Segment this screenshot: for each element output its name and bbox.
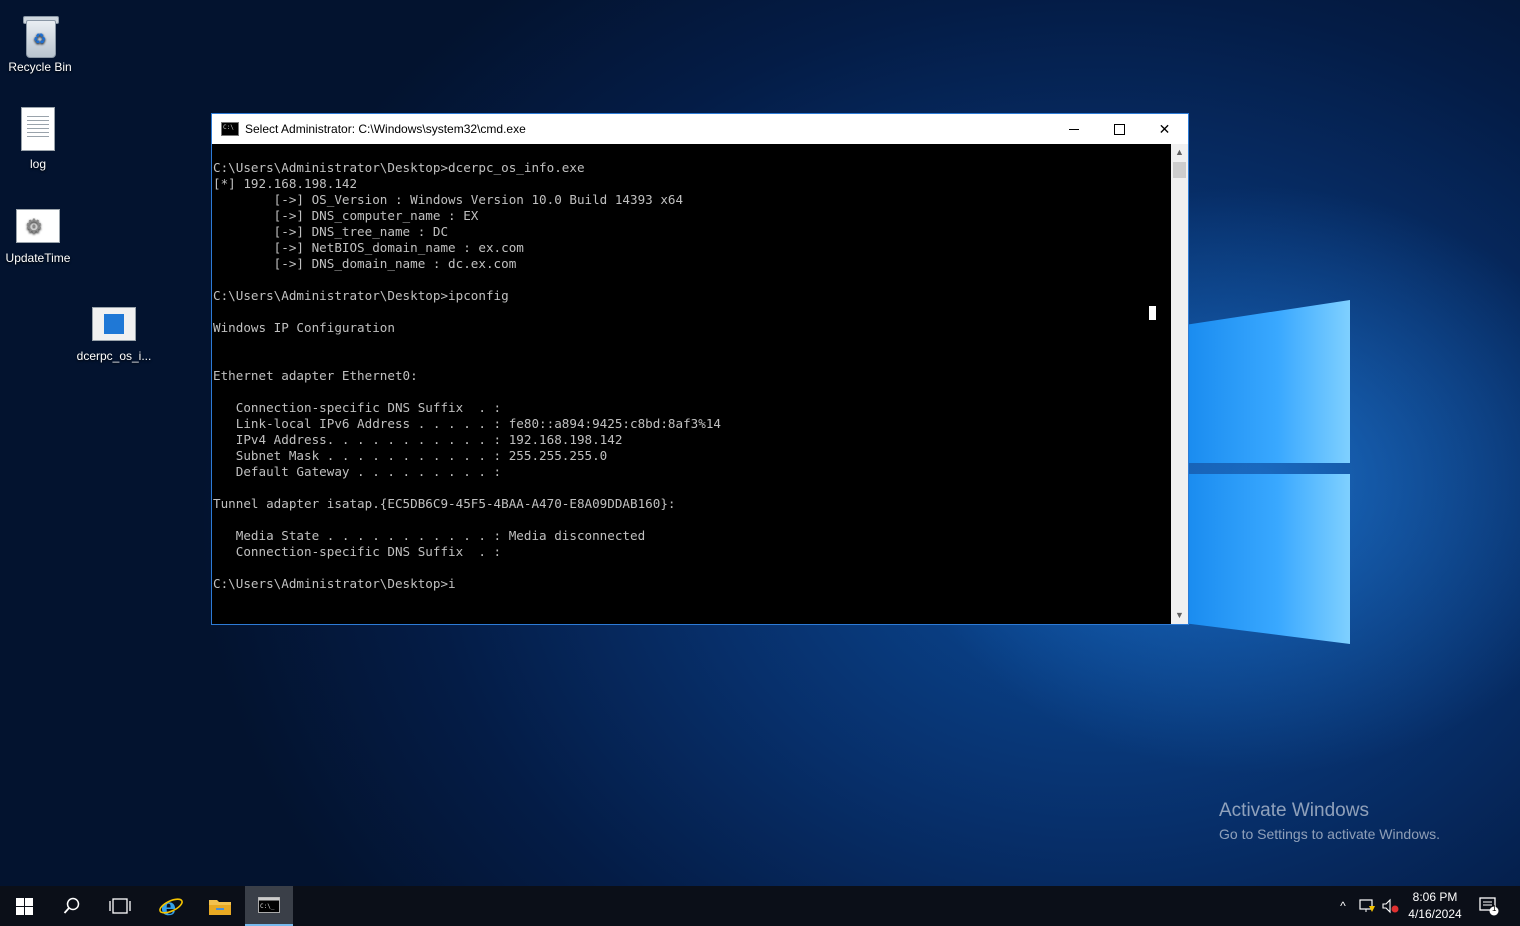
cmd-window[interactable]: Select Administrator: C:\Windows\system3… — [211, 113, 1189, 625]
task-view-icon — [109, 898, 131, 914]
volume-muted-icon — [1382, 898, 1399, 914]
minimize-button[interactable] — [1051, 114, 1096, 144]
network-tray-button[interactable] — [1356, 886, 1378, 926]
windows-logo-icon — [15, 897, 33, 915]
watermark-line1: Activate Windows — [1219, 800, 1369, 821]
minimize-icon — [1068, 128, 1079, 130]
console-text: C:\Users\Administrator\Desktop>dcerpc_os… — [213, 160, 721, 591]
activation-watermark: Activate Windows Go to Settings to activ… — [1219, 800, 1440, 842]
maximize-icon — [1114, 123, 1125, 135]
desktop-icon-label: dcerpc_os_i... — [76, 349, 152, 363]
internet-explorer-button[interactable]: e — [147, 886, 195, 926]
notification-count: 1 — [1492, 904, 1497, 913]
wallpaper-logo-pane-top — [1188, 300, 1350, 463]
chevron-up-icon: ^ — [1340, 899, 1346, 913]
desktop-icon-recycle-bin[interactable]: ♻ Recycle Bin — [0, 6, 80, 74]
console-output[interactable]: C:\Users\Administrator\Desktop>dcerpc_os… — [212, 144, 1171, 624]
scroll-down-icon[interactable]: ▼ — [1171, 607, 1188, 624]
start-button[interactable] — [0, 886, 48, 926]
watermark-line2: Go to Settings to activate Windows. — [1219, 826, 1440, 842]
folder-icon — [209, 900, 231, 915]
notification-icon — [1479, 897, 1499, 916]
desktop-icon-label: Recycle Bin — [8, 60, 72, 74]
command-prompt-icon: C:\_ — [258, 897, 280, 913]
svg-text:C:\_: C:\_ — [260, 903, 275, 910]
vertical-scrollbar[interactable]: ▲ ▼ — [1171, 144, 1188, 624]
text-file-icon — [21, 107, 55, 151]
clock-date: 4/16/2024 — [1408, 907, 1462, 921]
text-cursor — [1149, 306, 1156, 320]
desktop-icon-log[interactable]: log — [0, 107, 78, 171]
executable-icon — [92, 307, 136, 341]
action-center-button[interactable]: 1 — [1474, 886, 1504, 926]
volume-tray-button[interactable] — [1380, 886, 1400, 926]
taskbar-clock[interactable]: 8:06 PM 4/16/2024 — [1400, 886, 1470, 926]
desktop-icon-label: UpdateTime — [5, 251, 71, 265]
network-warning-icon — [1359, 899, 1375, 912]
settings-app-icon: ⚙ — [16, 209, 60, 243]
search-icon — [63, 897, 80, 914]
window-titlebar[interactable]: Select Administrator: C:\Windows\system3… — [212, 114, 1188, 144]
task-view-button[interactable] — [96, 886, 144, 926]
cmd-taskbar-button[interactable]: C:\_ — [245, 886, 293, 926]
desktop-icon-updatetime[interactable]: ⚙ UpdateTime — [0, 209, 78, 265]
desktop-icon-dcerpc[interactable]: dcerpc_os_i... — [74, 307, 154, 363]
close-button[interactable]: ✕ — [1142, 114, 1187, 144]
desktop-icon-label: log — [29, 157, 46, 171]
clock-time: 8:06 PM — [1412, 890, 1458, 904]
search-button[interactable] — [48, 886, 96, 926]
close-icon: ✕ — [1158, 120, 1171, 137]
scroll-thumb[interactable] — [1173, 162, 1186, 178]
window-title: Select Administrator: C:\Windows\system3… — [245, 122, 526, 136]
file-explorer-button[interactable] — [196, 886, 244, 926]
maximize-button[interactable] — [1097, 114, 1142, 144]
taskbar: e C:\_ ^ 8:06 PM 4/16/2024 1 — [0, 886, 1520, 926]
cmd-icon — [221, 122, 239, 136]
wallpaper-logo-pane-bottom — [1188, 474, 1350, 644]
internet-explorer-icon: e — [159, 893, 183, 919]
recycle-bin-icon: ♻ — [23, 14, 59, 58]
show-hidden-icons-button[interactable]: ^ — [1333, 886, 1353, 926]
scroll-up-icon[interactable]: ▲ — [1171, 144, 1188, 161]
